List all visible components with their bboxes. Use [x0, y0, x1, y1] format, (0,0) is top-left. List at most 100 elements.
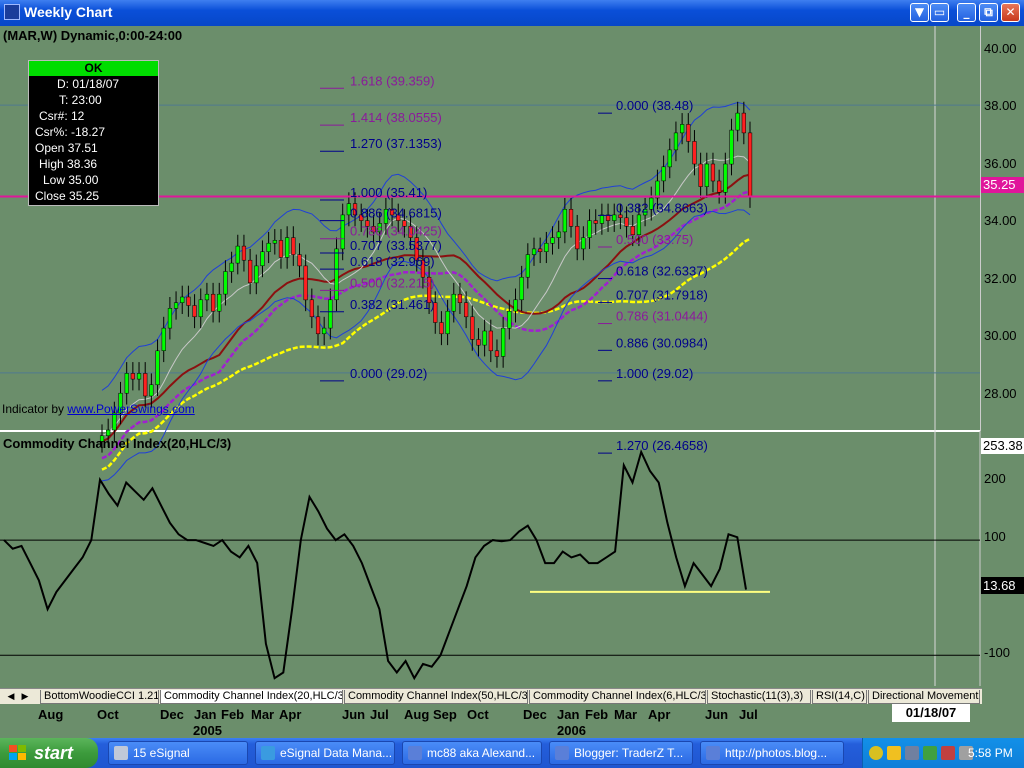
dropdown-button[interactable]: ▼: [910, 3, 929, 22]
cci-line: [3, 449, 747, 681]
taskbar-item-esignal[interactable]: 15 eSignal: [108, 741, 248, 765]
tab-cci-6[interactable]: Commodity Channel Index(6,HLC/3): [529, 690, 706, 704]
candle-body: [272, 240, 277, 244]
task-label: http://photos.blog...: [725, 746, 828, 760]
fib-right-level-label: 0.000 (38.48): [616, 98, 693, 113]
candle-body: [451, 293, 456, 312]
browser-icon: [555, 746, 569, 760]
price-tick: 38.00: [984, 98, 1017, 113]
start-button[interactable]: start: [0, 738, 98, 768]
task-label: 15 eSignal: [133, 746, 190, 760]
cci-tick: -100: [984, 645, 1011, 660]
candle-body: [581, 237, 586, 250]
tab-cci-20[interactable]: Commodity Channel Index(20,HLC/3): [160, 690, 343, 704]
candle-body: [507, 310, 512, 329]
indicator-credit: Indicator by www.PowerSwings.com: [2, 402, 195, 416]
close-button[interactable]: ✕: [1001, 3, 1020, 22]
shield-icon[interactable]: [887, 746, 901, 760]
candle-body: [747, 132, 753, 197]
printer-icon[interactable]: [905, 746, 919, 760]
month-label: Jan: [194, 707, 217, 722]
candle-body: [587, 220, 592, 238]
data-window-ok-button[interactable]: OK: [29, 61, 158, 76]
antivirus-icon[interactable]: [941, 746, 955, 760]
candle-body: [550, 237, 555, 244]
browser-icon: [706, 746, 720, 760]
tab-directional-movement[interactable]: Directional Movement(: [868, 690, 980, 704]
candle-body: [612, 214, 617, 221]
candle-body: [439, 322, 444, 335]
candle-body: [667, 149, 672, 168]
candle-body: [173, 302, 179, 309]
data-row-time: T: 23:00: [59, 93, 102, 107]
indicator-credit-prefix: Indicator by: [2, 402, 68, 416]
start-label: start: [34, 743, 74, 763]
candle-body: [513, 299, 518, 312]
data-manager-icon: [261, 746, 275, 760]
minimize-button[interactable]: _: [957, 3, 976, 22]
task-label: mc88 aka Alexand...: [427, 746, 536, 760]
candle-body: [340, 214, 345, 250]
candle-body: [334, 248, 339, 301]
link-window-button[interactable]: ▭: [930, 3, 949, 22]
price-tick: 40.00: [984, 41, 1017, 56]
candle-body: [161, 327, 166, 351]
taskbar-item-blogger[interactable]: Blogger: TraderZ T...: [549, 741, 693, 765]
candle-body: [254, 265, 259, 284]
fib-right-level-label: 0.786 (31.0444): [616, 309, 708, 324]
time-axis[interactable]: Aug Oct Dec Jan Feb Mar Apr Jun Jul Aug …: [0, 704, 1024, 738]
price-axis[interactable]: 40.00 38.00 36.00 34.00 32.00 30.00 28.0…: [980, 26, 1024, 431]
task-label: eSignal Data Mana...: [280, 746, 393, 760]
candle-body: [568, 209, 574, 227]
taskbar-item-photos[interactable]: http://photos.blog...: [700, 741, 844, 765]
candle-body: [328, 299, 333, 329]
monitor-icon: [114, 746, 128, 760]
candle-body: [476, 339, 481, 346]
fib-left-level-label: 0.500 (32.215): [350, 275, 435, 290]
price-tick: 32.00: [984, 271, 1017, 286]
candle-body: [698, 163, 703, 187]
candle-body: [525, 254, 530, 278]
fib-left-level-label: 0.382 (31.461): [350, 297, 435, 312]
candle-body: [124, 373, 129, 394]
cursor-data-window[interactable]: OK D: 01/18/07 T: 23:00 Csr#: 12 Csr%: -…: [28, 60, 159, 206]
candle-body: [723, 163, 728, 193]
fib-left-level-label: 1.414 (38.0555): [350, 110, 442, 125]
tab-bottom-woodie-cci[interactable]: BottomWoodieCCI 1.21: [40, 690, 159, 704]
candle-body: [130, 373, 135, 380]
restore-button[interactable]: ⧉: [979, 3, 998, 22]
candle-body: [519, 276, 524, 301]
tray-expand-icon[interactable]: [869, 746, 883, 760]
tab-scroll-right-icon[interactable]: ▶: [18, 690, 32, 704]
price-tick: 28.00: [984, 386, 1017, 401]
candle-body: [229, 262, 234, 272]
fib-left-level-label: 1.270 (37.1353): [350, 136, 442, 151]
cci-max-tag: 253.38: [981, 438, 1024, 454]
candle-body: [556, 231, 561, 238]
candle-body: [186, 296, 191, 306]
powerswings-link[interactable]: www.PowerSwings.com: [67, 402, 194, 416]
candle-body: [729, 129, 734, 165]
candle-body: [322, 327, 327, 335]
month-label: Jul: [739, 707, 758, 722]
tab-cci-50[interactable]: Commodity Channel Index(50,HLC/3): [344, 690, 528, 704]
candle-body: [692, 141, 697, 165]
candle-body: [260, 251, 265, 267]
candle-body: [538, 248, 543, 252]
candle-body: [680, 124, 685, 134]
chart-window-icon: [4, 4, 20, 20]
data-row-high: High 38.36: [39, 157, 98, 171]
tab-rsi[interactable]: RSI(14,C): [812, 690, 867, 704]
candle-body: [599, 214, 605, 224]
tab-stochastic[interactable]: Stochastic(11(3),3): [707, 690, 811, 704]
month-label: Dec: [523, 707, 547, 722]
candle-body: [457, 293, 463, 303]
network-icon[interactable]: [923, 746, 937, 760]
candle-body: [309, 299, 314, 318]
taskbar-item-mc88[interactable]: mc88 aka Alexand...: [402, 741, 542, 765]
candle-body: [315, 316, 321, 335]
taskbar-item-data-manager[interactable]: eSignal Data Mana...: [255, 741, 395, 765]
taskbar-clock[interactable]: 5:58 PM: [968, 746, 1013, 760]
tab-scroll-left-icon[interactable]: ◀: [4, 690, 18, 704]
month-label: Jun: [342, 707, 366, 722]
